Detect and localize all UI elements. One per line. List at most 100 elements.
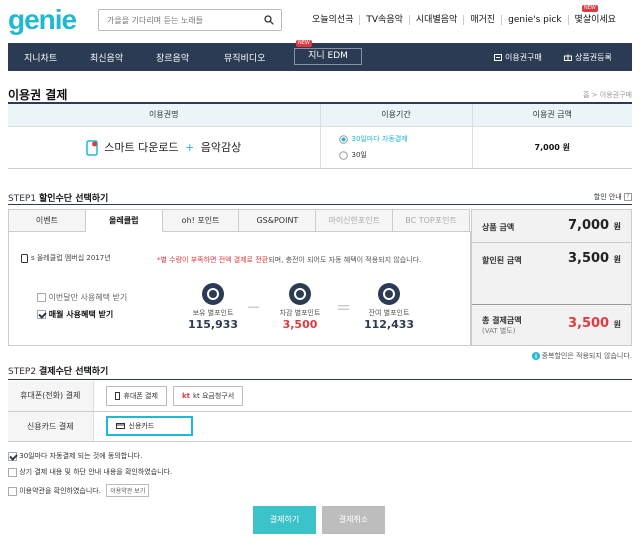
agree-terms-label: 이용약관을 확인하였습니다. [19,487,101,495]
mobile-icon [114,391,120,400]
nav-latest[interactable]: 최신음악 [90,51,123,64]
radio-icon[interactable] [338,150,348,160]
duplicate-note-text: 중복할인은 적용되지 않습니다. [541,352,632,360]
tab-event[interactable]: 이벤트 [8,209,86,232]
won-label: 원 [613,320,621,329]
checkbox-monthly[interactable] [37,293,46,302]
ticket-icon [494,54,502,61]
opt-always-label: 매월 사용혜택 받기 [48,310,114,319]
nav-mv[interactable]: 뮤직비디오 [224,51,265,64]
period-option-auto[interactable]: 30일마다 자동결제 [338,134,472,144]
genie-logo[interactable]: genie [8,4,77,36]
summary-discount-value: 3,500 원 [568,251,621,266]
pay-card-button[interactable]: 신용카드 [105,416,193,436]
divider [472,304,631,305]
nav-buy-pass-label: 이용권구매 [505,53,542,62]
nav-gift-register-label: 상품권등록 [575,53,612,62]
summary-product-amount: 7,000 [567,218,610,233]
nav-buy-pass[interactable]: 이용권구매 [494,52,542,63]
search-box[interactable] [98,9,282,31]
point-remaining-value: 112,433 [363,318,415,331]
warning-rest: 되며, 충전이 되어도 자동 혜택이 적용되지 않습니다. [268,256,422,264]
pay-phone-button-label: 휴대폰 결제 [123,391,158,400]
summary-total-label: 총 결제금액 [482,316,522,325]
checkbox-agree-content[interactable] [8,467,17,477]
col-name: 이용권명 [8,104,320,127]
top-link-age[interactable]: 몇살이세요 [567,15,622,25]
period-option-30[interactable]: 30일 [338,150,472,160]
gift-icon [564,54,572,61]
search-input[interactable] [99,10,257,30]
tab-olleh[interactable]: 올레클럽 [85,209,163,232]
nav-chart[interactable]: 지니차트 [24,51,57,64]
point-icon [289,283,311,305]
top-link-pick[interactable]: genie's pick [501,15,567,25]
membership-info-label: s 올레클럽 멤버십 2017년 [31,254,111,262]
pay-kt-bill-button[interactable]: kt kt 요금청구서 [172,385,244,406]
agree-terms[interactable]: 이용약관을 확인하였습니다. 이용약관 보기 [8,484,150,497]
olleh-panel: s 올레클럽 멤버십 2017년 *별 수량이 부족하면 전액 결제로 전환되며… [8,231,471,346]
minus-sign: − [246,297,262,318]
point-remaining: 잔여 별포인트 112,433 [361,283,417,331]
point-owned-label: 보유 별포인트 [192,309,234,317]
pay-button[interactable]: 결제하기 [253,506,316,534]
warning-red: *별 수량이 부족하면 전액 결제로 전환 [157,256,269,264]
opt-monthly[interactable]: 이번달만 사용혜택 받기 [37,292,127,303]
opt-monthly-label: 이번달만 사용혜택 받기 [48,293,128,302]
tab-shinhan[interactable]: 마이신한포인트 [316,209,394,232]
point-deducted: 차감 별포인트 3,500 [272,283,328,331]
terms-view-button[interactable]: 이용약관 보기 [106,484,150,497]
card-icon [21,253,28,263]
point-deducted-label: 차감 별포인트 [279,309,321,317]
search-icon[interactable] [264,15,274,25]
price-summary: 상품 금액 7,000 원 할인된 금액 3,500 원 총 결제금액 (VAT… [471,209,632,346]
agree-content[interactable]: 상기 결제 내용 및 하단 안내 내용을 확인하였습니다. [8,467,172,477]
divider [472,242,631,243]
nav-edm[interactable]: 지니 EDM [294,48,362,65]
tab-oh-point[interactable]: oh! 포인트 [162,209,240,232]
credit-card-icon [115,423,125,429]
summary-discount-label: 할인된 금액 [482,256,522,265]
nav-genre[interactable]: 장르음악 [156,51,189,64]
period-option-30-label: 30일 [351,151,367,159]
won-label: 원 [613,222,621,231]
info-icon [531,352,540,360]
checkbox-agree-terms[interactable] [8,486,17,496]
tab-gs-point[interactable]: GS&POINT [239,209,317,232]
product-table: 이용권명 이용기간 이용권 금액 스마트 다운로드 + 음악감상 30일마다 자… [8,104,632,169]
pay-phone-label: 휴대폰(전화) 결제 [8,381,94,412]
membership-info: s 올레클럽 멤버십 2017년 [21,253,111,263]
top-link-today[interactable]: 오늘의선곡 [312,15,359,25]
point-owned: 보유 별포인트 115,933 [185,283,241,331]
point-deducted-value: 3,500 [282,318,318,331]
agree-auto[interactable]: 30일마다 자동결제 되는 것에 동의합니다. [8,451,142,461]
kt-logo-icon: kt [181,391,190,400]
point-icon [378,283,400,305]
col-period: 이용기간 [319,104,472,127]
top-link-magazine[interactable]: 매거진 [463,15,501,25]
duplicate-note: 중복할인은 적용되지 않습니다. [531,351,632,361]
top-link-era[interactable]: 시대별음악 [408,15,463,25]
top-link-tv[interactable]: TV속음악 [359,15,409,25]
summary-discount-amount: 3,500 [567,251,610,266]
tab-bc[interactable]: BC TOP포인트 [393,209,470,232]
product-name-2: 음악감상 [200,140,242,154]
period-option-auto-label: 30일마다 자동결제 [351,135,408,143]
point-icon [202,283,224,305]
won-label: 원 [613,255,621,264]
radio-selected-icon[interactable] [338,134,348,144]
discount-help[interactable]: 할인 안내 ? [594,192,632,202]
checkbox-agree-auto[interactable] [8,451,17,461]
pay-card-label: 신용카드 결제 [8,411,94,442]
phone-icon [86,139,98,156]
summary-product-label: 상품 금액 [482,223,515,232]
nav-gift-register[interactable]: 상품권등록 [564,52,612,63]
question-icon[interactable]: ? [624,193,632,201]
cancel-button[interactable]: 결제취소 [322,506,385,534]
summary-total-value: 3,500 원 [568,316,621,331]
step1-heading: STEP1 할인수단 선택하기 [8,191,108,204]
pay-phone-button[interactable]: 휴대폰 결제 [105,385,167,406]
checkbox-always[interactable] [37,310,46,319]
opt-always[interactable]: 매월 사용혜택 받기 [37,309,113,320]
new-badge-edm: NEW [296,40,312,47]
